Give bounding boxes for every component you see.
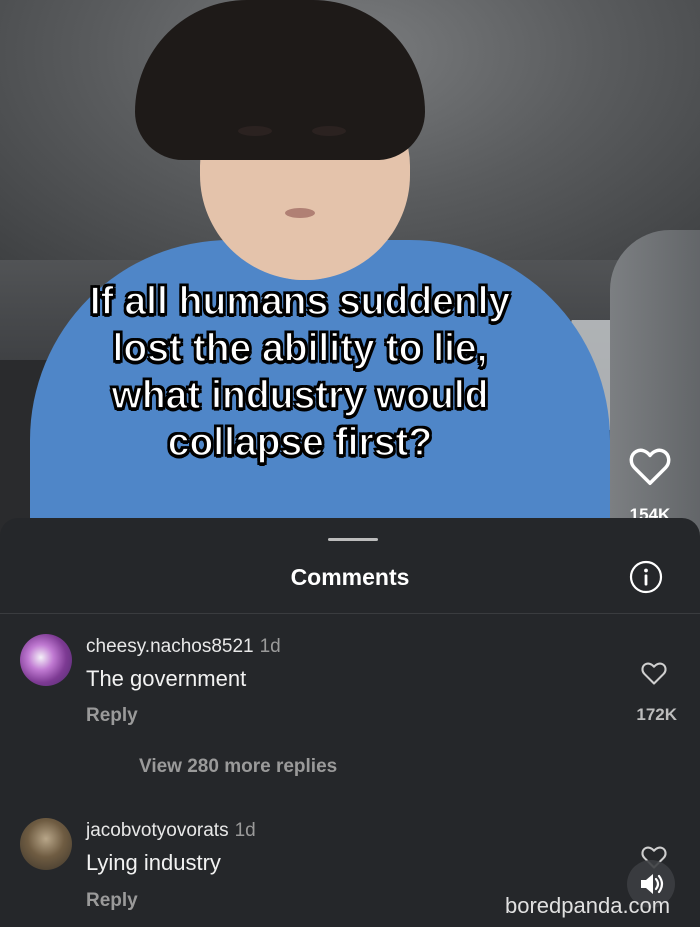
heart-icon[interactable] xyxy=(640,660,668,686)
caption-line: collapse first? xyxy=(167,420,433,465)
comment-text: Lying industry xyxy=(86,850,221,875)
avatar[interactable] xyxy=(20,634,72,686)
comment-username[interactable]: cheesy.nachos8521 1d xyxy=(86,636,281,658)
comments-title: Comments xyxy=(290,564,410,590)
reply-button[interactable]: Reply xyxy=(86,705,138,727)
video-player[interactable]: If all humans suddenly lost the ability … xyxy=(0,0,700,540)
comment-time: 1d xyxy=(234,820,256,841)
username-text[interactable]: jacobvotyovorats xyxy=(86,820,229,841)
info-icon[interactable] xyxy=(629,560,663,594)
person-mouth xyxy=(285,208,315,218)
heart-icon[interactable] xyxy=(628,446,672,486)
drag-handle[interactable] xyxy=(328,538,378,541)
comment-text: The government xyxy=(86,666,247,691)
person-hair xyxy=(135,0,425,160)
username-text[interactable]: cheesy.nachos8521 xyxy=(86,636,254,657)
watermark: boredpanda.com xyxy=(505,893,671,918)
divider xyxy=(0,613,700,614)
person-eye-right xyxy=(312,126,346,136)
caption-line: If all humans suddenly xyxy=(89,279,511,324)
comment-username[interactable]: jacobvotyovorats 1d xyxy=(86,820,256,842)
comment-like-count: 172K xyxy=(636,705,677,724)
caption-line: lost the ability to lie, xyxy=(112,326,488,371)
caption-line: what industry would xyxy=(111,373,490,418)
video-caption: If all humans suddenly lost the ability … xyxy=(0,278,600,466)
comment-time: 1d xyxy=(259,636,281,657)
view-more-replies-button[interactable]: View 280 more replies xyxy=(139,756,337,778)
avatar[interactable] xyxy=(20,818,72,870)
car-seat xyxy=(610,230,700,540)
reply-button[interactable]: Reply xyxy=(86,890,138,912)
person-eye-left xyxy=(238,126,272,136)
